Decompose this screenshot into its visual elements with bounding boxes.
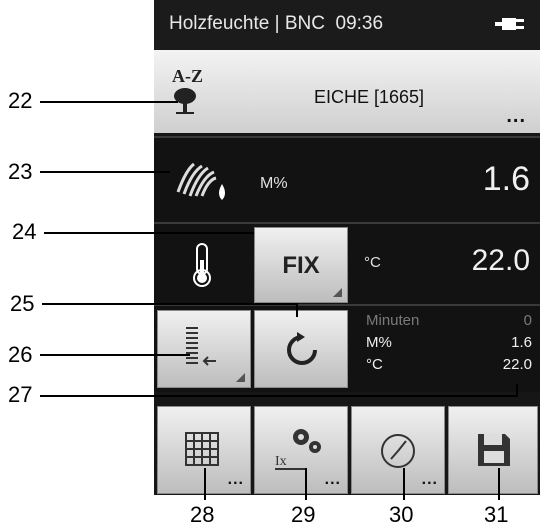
- corner-indicator: [236, 373, 245, 382]
- refresh-icon: [287, 332, 317, 365]
- fix-temperature-button[interactable]: FIX: [254, 227, 348, 303]
- callout-line-22: [40, 101, 178, 103]
- temperature-value: 22.0: [471, 244, 530, 277]
- log-info: Minuten 0 M% 1.6 °C 22.0: [352, 312, 532, 378]
- moisture-row: M% 1.6: [154, 136, 540, 222]
- grid-icon: [185, 432, 219, 466]
- bottom-toolbar: ... Ix ... ...: [154, 404, 540, 495]
- callout-31: 31: [484, 502, 509, 527]
- log-row-moisture: M% 1.6: [366, 334, 532, 351]
- more-indicator: ...: [324, 471, 341, 488]
- list-arrow-icon: [186, 327, 216, 366]
- callout-line-26: [40, 354, 190, 356]
- temperature-unit: °C: [364, 254, 381, 271]
- status-time: 09:36: [335, 13, 384, 34]
- fix-label: FIX: [282, 252, 320, 279]
- save-button[interactable]: [448, 406, 538, 494]
- callout-28: 28: [190, 502, 215, 527]
- device-screen: Holzfeuchte | BNC 09:36 A-Z EICHE [1665]…: [154, 0, 540, 495]
- callout-line-25: [42, 303, 298, 305]
- species-name: EICHE [1665]: [314, 87, 425, 107]
- callout-line-27-up: [516, 384, 518, 397]
- callout-27: 27: [8, 382, 33, 407]
- callout-line-29: [305, 468, 307, 500]
- thermometer-icon: [193, 243, 211, 287]
- callout-line-30: [403, 468, 405, 500]
- callout-25: 25: [10, 291, 35, 316]
- callout-23: 23: [8, 159, 33, 184]
- callout-line-25-down: [296, 303, 298, 317]
- callout-line-23: [40, 171, 170, 173]
- callout-line-31: [498, 468, 500, 500]
- plug-icon: [495, 18, 524, 30]
- callout-line-24: [44, 232, 254, 234]
- log-row-minutes: Minuten 0: [366, 312, 532, 329]
- temperature-row: FIX °C 22.0: [154, 222, 540, 304]
- reset-button[interactable]: [254, 310, 348, 388]
- wood-species-button[interactable]: A-Z EICHE [1665] ...: [154, 50, 540, 133]
- status-title: Holzfeuchte | BNC 09:36: [169, 13, 384, 34]
- clock-icon: [381, 434, 415, 468]
- more-indicator: ...: [227, 471, 244, 488]
- moisture-wood-icon: [176, 162, 225, 200]
- callout-29: 29: [291, 502, 316, 527]
- gears-icon: Ix: [275, 429, 321, 470]
- callout-24: 24: [12, 219, 37, 244]
- callout-22: 22: [8, 88, 33, 113]
- svg-text:Ix: Ix: [275, 454, 287, 469]
- callout-26: 26: [8, 342, 33, 367]
- settings-button[interactable]: Ix ...: [254, 406, 348, 494]
- az-label: A-Z: [172, 66, 203, 86]
- callout-line-27: [40, 395, 518, 397]
- logging-mode-button[interactable]: [157, 310, 251, 388]
- log-row-temperature: °C 22.0: [366, 356, 532, 373]
- callout-30: 30: [389, 502, 414, 527]
- more-indicator: ...: [421, 471, 438, 488]
- callout-line-28: [204, 468, 206, 500]
- moisture-value: 1.6: [482, 160, 530, 198]
- time-button[interactable]: ...: [351, 406, 445, 494]
- corner-indicator: [333, 288, 342, 297]
- logging-row: Minuten 0 M% 1.6 °C 22.0: [154, 304, 540, 392]
- more-indicator: ...: [506, 105, 526, 127]
- floppy-disk-icon: [478, 434, 510, 466]
- status-bar: Holzfeuchte | BNC 09:36: [154, 0, 540, 50]
- moisture-unit: M%: [260, 175, 288, 192]
